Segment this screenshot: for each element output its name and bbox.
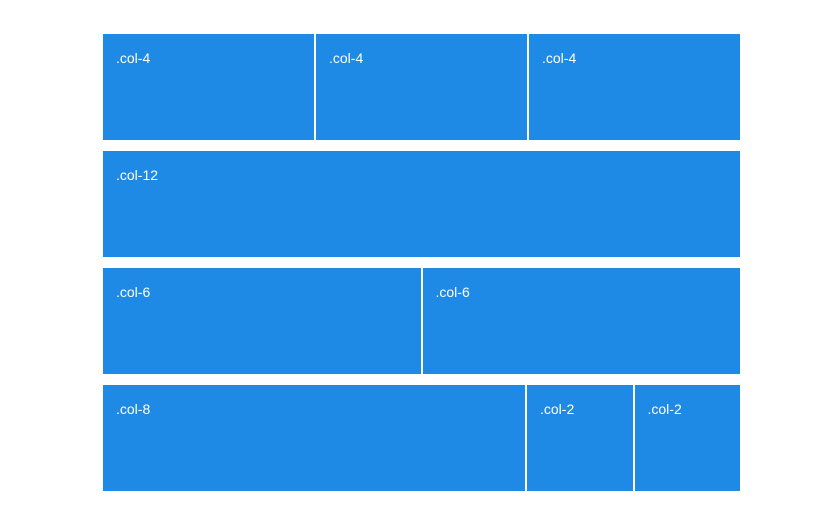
grid-cell-col-4: .col-4 [316,34,527,140]
grid-cell-col-4: .col-4 [529,34,740,140]
grid-cell-col-2: .col-2 [527,385,633,491]
grid-cell-col-4: .col-4 [103,34,314,140]
grid-row-3: .col-6 .col-6 [103,268,740,374]
grid-row-2: .col-12 [103,151,740,257]
grid-container: .col-4 .col-4 .col-4 .col-12 .col-6 .col… [103,34,740,491]
grid-row-1: .col-4 .col-4 .col-4 [103,34,740,140]
grid-cell-col-6: .col-6 [422,268,740,374]
grid-cell-col-6: .col-6 [103,268,421,374]
grid-cell-col-8: .col-8 [103,385,525,491]
grid-cell-col-12: .col-12 [103,151,740,257]
grid-cell-col-2: .col-2 [634,385,740,491]
grid-row-4: .col-8 .col-2 .col-2 [103,385,740,491]
